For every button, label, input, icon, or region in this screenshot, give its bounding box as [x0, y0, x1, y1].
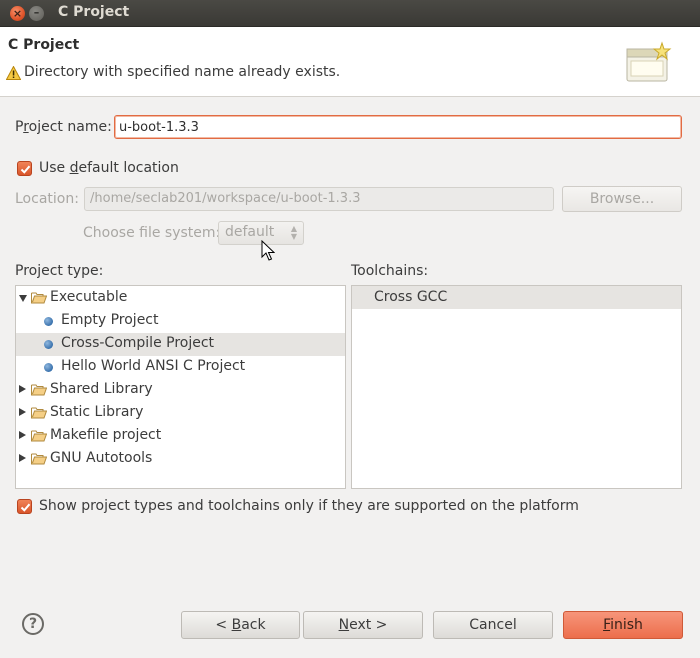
tree-item-cross-compile-project[interactable]: Cross-Compile Project: [16, 333, 345, 356]
folder-open-icon: [31, 384, 47, 396]
use-default-location-label: Use default location: [39, 160, 179, 176]
folder-open-icon: [31, 430, 47, 442]
tree-item-label: Shared Library: [50, 381, 153, 397]
cancel-button[interactable]: Cancel: [433, 611, 553, 639]
project-bullet-icon: [44, 340, 53, 349]
tree-item-hello-world-ansi-c-project[interactable]: Hello World ANSI C Project: [16, 356, 345, 379]
expanded-arrow-icon: [19, 295, 27, 302]
toolchains-list[interactable]: Cross GCC: [351, 285, 682, 489]
file-system-label: Choose file system:: [83, 225, 221, 241]
folder-open-icon: [31, 407, 47, 419]
window-titlebar: × – C Project: [0, 0, 700, 27]
folder-open-icon: [31, 292, 47, 304]
tree-item-label: Makefile project: [50, 427, 162, 443]
checkmark-icon: [20, 503, 31, 512]
window-minimize-button[interactable]: –: [29, 6, 44, 21]
project-bullet-icon: [44, 363, 53, 372]
wizard-header: C Project Directory with specified name …: [0, 27, 700, 97]
tree-item-label: Static Library: [50, 404, 144, 420]
location-label: Location:: [15, 191, 79, 207]
tree-item-empty-project[interactable]: Empty Project: [16, 310, 345, 333]
file-system-value: default: [225, 224, 275, 240]
window-close-button[interactable]: ×: [10, 6, 25, 21]
window-title: C Project: [58, 4, 130, 20]
tree-item-shared-library[interactable]: Shared Library: [16, 379, 345, 402]
help-button[interactable]: ?: [22, 613, 44, 635]
folder-open-icon: [31, 453, 47, 465]
collapsed-arrow-icon: [19, 431, 26, 439]
project-type-label: Project type:: [15, 263, 104, 279]
tree-item-gnu-autotools[interactable]: GNU Autotools: [16, 448, 345, 471]
toolchain-item-cross-gcc[interactable]: Cross GCC: [352, 286, 681, 309]
tree-item-static-library[interactable]: Static Library: [16, 402, 345, 425]
spinner-arrows-icon: ▲ ▼: [290, 224, 297, 241]
toolchains-label: Toolchains:: [351, 263, 429, 279]
project-name-label: Project name:: [15, 119, 112, 135]
checkmark-icon: [20, 165, 31, 174]
location-input[interactable]: /home/seclab201/workspace/u-boot-1.3.3: [84, 187, 554, 211]
next-button[interactable]: Next >: [303, 611, 423, 639]
project-type-tree[interactable]: Executable Empty Project Cross-Compile P…: [15, 285, 346, 489]
warning-icon: [6, 66, 21, 80]
project-bullet-icon: [44, 317, 53, 326]
wizard-title: C Project: [8, 37, 80, 53]
tree-item-makefile-project[interactable]: Makefile project: [16, 425, 345, 448]
tree-item-label: Executable: [50, 289, 128, 305]
tree-item-label: GNU Autotools: [50, 450, 153, 466]
collapsed-arrow-icon: [19, 454, 26, 462]
collapsed-arrow-icon: [19, 385, 26, 393]
use-default-location-checkbox[interactable]: [17, 161, 32, 176]
tree-item-executable[interactable]: Executable: [16, 287, 345, 310]
mouse-cursor-icon: [261, 240, 275, 261]
show-supported-checkbox[interactable]: [17, 499, 32, 514]
finish-button[interactable]: Finish: [563, 611, 683, 639]
browse-button[interactable]: Browse...: [562, 186, 682, 212]
project-name-input[interactable]: [114, 115, 682, 139]
collapsed-arrow-icon: [19, 408, 26, 416]
tree-item-label: Cross-Compile Project: [61, 335, 215, 351]
show-supported-label: Show project types and toolchains only i…: [39, 498, 579, 514]
wizard-message: Directory with specified name already ex…: [24, 64, 341, 80]
toolchain-item-label: Cross GCC: [374, 289, 448, 305]
back-button[interactable]: < Back: [181, 611, 300, 639]
new-project-wizard-icon: [626, 41, 672, 82]
tree-item-label: Hello World ANSI C Project: [61, 358, 246, 374]
tree-item-label: Empty Project: [61, 312, 159, 328]
